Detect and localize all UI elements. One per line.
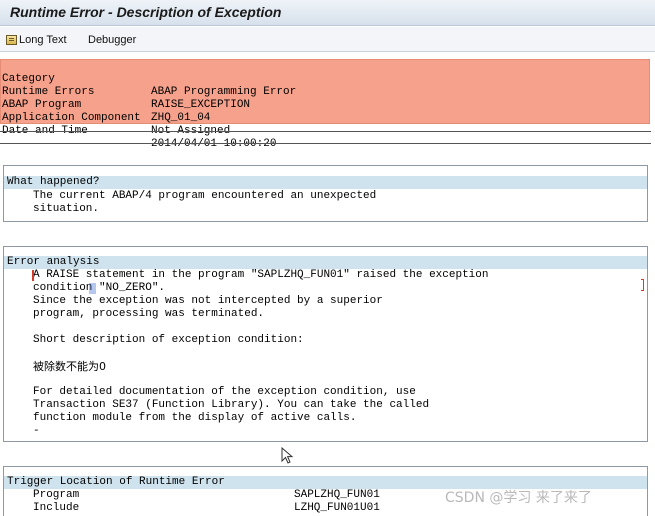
title-bar: Runtime Error - Description of Exception [0, 0, 655, 26]
header-row: Category ABAP Programming Error [1, 60, 651, 98]
section-title: Error analysis [4, 256, 647, 269]
toolbar: Long Text Debugger [0, 27, 655, 52]
trigger-key: Program [33, 489, 80, 501]
text-line: function module from the display of acti… [33, 412, 357, 424]
text-line: The current ABAP/4 program encountered a… [33, 190, 377, 202]
long-text-button[interactable]: Long Text [6, 31, 67, 48]
text-line: Since the exception was not intercepted … [33, 295, 383, 307]
text-line: A RAISE statement in the program "SAPLZH… [33, 269, 489, 281]
window-title: Runtime Error - Description of Exception [10, 4, 282, 20]
long-text-label: Long Text [19, 33, 67, 46]
header-row: ABAP Program ZHQ_01_04 [1, 86, 651, 124]
scroll-marker [641, 279, 644, 291]
text-line: Transaction SE37 (Function Library). You… [33, 399, 430, 411]
document-icon [6, 34, 17, 45]
debugger-button[interactable]: Debugger [88, 31, 136, 48]
text-line: situation. [33, 203, 100, 215]
text-line: program, processing was terminated. [33, 308, 265, 320]
error-analysis-section: Error analysis A RAISE statement in the … [3, 246, 648, 442]
text-line: For detailed documentation of the except… [33, 386, 416, 398]
header-row: Application Component Not Assigned [1, 99, 651, 137]
trigger-value: SAPLZHQ_FUN01 [294, 489, 380, 501]
text-line: - [33, 425, 40, 437]
header-row: Date and Time 2014/04/01 10:00:20 [1, 112, 651, 150]
error-header-table: Category ABAP Programming Error Runtime … [0, 59, 651, 150]
trigger-value: LZHQ_FUN01U01 [294, 502, 380, 514]
selection-highlight [89, 283, 96, 294]
text-cursor [32, 270, 34, 281]
trigger-key: Include [33, 502, 80, 514]
section-title: What happened? [4, 176, 647, 189]
watermark: CSDN @学习 来了来了 [445, 490, 592, 506]
text-line: 被除数不能为0 [33, 360, 106, 373]
divider [0, 131, 651, 132]
divider [0, 143, 651, 144]
mouse-pointer-icon [281, 447, 294, 464]
text-line: Short description of exception condition… [33, 334, 304, 346]
header-row: Runtime Errors RAISE_EXCEPTION [1, 73, 651, 111]
what-happened-section: What happened? The current ABAP/4 progra… [3, 165, 648, 222]
text-line: condition "NO_ZERO". [33, 282, 166, 294]
header-value: 2014/04/01 10:00:20 [151, 138, 277, 150]
debugger-label: Debugger [88, 33, 137, 46]
